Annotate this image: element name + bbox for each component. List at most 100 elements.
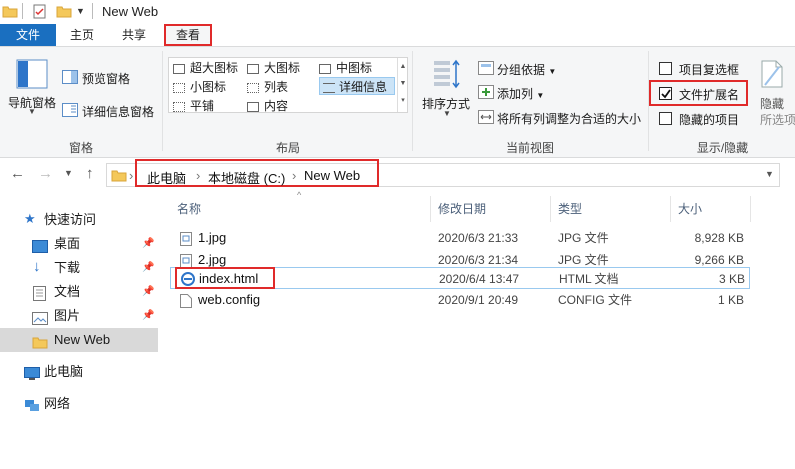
breadcrumb-local-disk[interactable]: 本地磁盘 (C:) <box>208 168 285 187</box>
column-header-size[interactable]: 大小 <box>678 196 702 222</box>
content-icon <box>247 101 259 112</box>
breadcrumb-new-web[interactable]: New Web <box>304 168 360 183</box>
file-icon <box>180 293 192 315</box>
hide-selected-button[interactable]: 隐藏 <box>760 95 784 112</box>
layout-extra-large-icons[interactable]: 超大图标 <box>173 59 247 77</box>
properties-icon[interactable] <box>32 4 48 23</box>
forward-arrow-icon[interactable]: → <box>38 165 53 182</box>
grid-icon <box>173 63 185 74</box>
group-by-button[interactable]: 分组依据 ▼ <box>497 61 556 78</box>
divider <box>412 51 413 151</box>
layout-list[interactable]: 列表 <box>247 78 319 96</box>
layout-medium-icons[interactable]: 中图标 <box>319 59 391 77</box>
item-checkboxes-checkbox[interactable] <box>659 62 672 75</box>
nav-documents[interactable]: 文档 📌 <box>0 280 158 304</box>
details-pane-icon[interactable] <box>62 103 78 120</box>
file-row-index-html[interactable]: index.html 2020/6/4 13:47 HTML 文档 3 KB <box>170 267 750 289</box>
up-arrow-icon[interactable]: ↑ <box>86 165 94 182</box>
address-bar[interactable]: › 此电脑 › 本地磁盘 (C:) › New Web ▼ <box>106 159 780 187</box>
preview-pane-button[interactable]: 预览窗格 <box>82 70 130 87</box>
sort-ascending-icon: ^ <box>297 190 302 200</box>
group-label-show-hide: 显示/隐藏 <box>696 141 749 155</box>
layout-details[interactable]: 详细信息 <box>319 77 395 95</box>
chevron-down-icon[interactable]: ▼ <box>76 6 85 16</box>
nav-desktop[interactable]: 桌面 📌 <box>0 232 158 256</box>
tab-share[interactable]: 共享 <box>110 24 158 46</box>
title-bar: ▼ New Web <box>0 0 795 24</box>
pin-icon: 📌 <box>142 286 155 297</box>
pin-icon: 📌 <box>142 262 155 273</box>
folder-icon <box>2 4 18 21</box>
size-columns-button[interactable]: 将所有列调整为合适的大小 <box>497 110 641 127</box>
chevron-down-icon[interactable]: ▼ <box>765 169 774 179</box>
column-header-type[interactable]: 类型 <box>558 196 582 222</box>
back-arrow-icon[interactable]: ← <box>10 165 25 182</box>
new-folder-icon[interactable] <box>56 4 72 21</box>
layout-small-icons[interactable]: 小图标 <box>173 78 247 96</box>
layout-content[interactable]: 内容 <box>247 97 319 115</box>
list-icon <box>247 82 259 93</box>
file-extensions-checkbox[interactable] <box>659 87 672 100</box>
file-extensions-label: 文件扩展名 <box>679 88 740 102</box>
ribbon-tabs: 文件 主页 共享 查看 <box>0 24 795 46</box>
divider <box>162 51 163 151</box>
window-title: New Web <box>102 4 159 19</box>
breadcrumb-separator[interactable]: › <box>129 168 133 183</box>
group-by-icon[interactable] <box>478 61 494 78</box>
download-arrow-icon: ↓ <box>33 258 41 275</box>
group-label-current-view: 当前视图 <box>505 141 554 155</box>
layout-tiles[interactable]: 平铺 <box>173 97 247 115</box>
breadcrumb-separator[interactable]: › <box>292 168 296 183</box>
group-label-layout: 布局 <box>275 141 300 155</box>
add-columns-button[interactable]: 添加列 ▼ <box>497 85 544 102</box>
hidden-items-label: 隐藏的项目 <box>679 113 740 127</box>
network-icon <box>24 397 40 421</box>
nav-network[interactable]: 网络 <box>0 392 158 416</box>
column-divider[interactable] <box>750 196 751 222</box>
navigation-bar: ← → ▼ ↑ › 此电脑 › 本地磁盘 (C:) › New Web ▼ <box>0 158 795 190</box>
column-header-modified[interactable]: 修改日期 <box>438 196 486 222</box>
layout-large-icons[interactable]: 大图标 <box>247 59 319 77</box>
tab-home[interactable]: 主页 <box>58 24 106 46</box>
tab-view[interactable]: 查看 <box>164 24 212 46</box>
sort-icon[interactable] <box>432 59 462 94</box>
tab-file[interactable]: 文件 <box>0 24 56 46</box>
file-row-web-config[interactable]: web.config 2020/9/1 20:49 CONFIG 文件 1 KB <box>170 289 750 311</box>
nav-downloads[interactable]: ↓ 下载 📌 <box>0 256 158 280</box>
breadcrumb-separator[interactable]: › <box>196 168 200 183</box>
size-columns-icon[interactable] <box>478 110 494 127</box>
nav-this-pc[interactable]: 此电脑 <box>0 360 158 384</box>
grid-icon <box>319 63 331 74</box>
details-icon <box>323 82 335 93</box>
chevron-down-icon[interactable]: ▼ <box>443 109 451 118</box>
gallery-scroll[interactable]: ▲ ▼ ▾ <box>397 58 408 112</box>
divider <box>92 3 93 19</box>
hide-selected-icon[interactable] <box>760 59 784 92</box>
ribbon: 导航窗格 ▼ 预览窗格 详细信息窗格 窗格 超大图标 大图标 中图标 小图标 列… <box>0 46 795 158</box>
file-row-1-jpg[interactable]: 1.jpg 2020/6/3 21:33 JPG 文件 8,928 KB <box>170 227 750 249</box>
navigation-pane-icon[interactable] <box>16 59 48 92</box>
list-header: ^ 名称 修改日期 类型 大小 <box>0 190 795 222</box>
details-pane-button[interactable]: 详细信息窗格 <box>82 103 154 120</box>
hidden-items-checkbox[interactable] <box>659 112 672 125</box>
item-checkboxes-label: 项目复选框 <box>679 63 740 77</box>
breadcrumb-this-pc[interactable]: 此电脑 <box>147 168 186 187</box>
chevron-down-icon[interactable]: ▼ <box>28 107 36 116</box>
add-columns-icon[interactable] <box>478 85 494 102</box>
nav-pictures[interactable]: 图片 📌 <box>0 304 158 328</box>
recent-locations-icon[interactable]: ▼ <box>64 168 73 178</box>
small-icons-icon <box>173 82 185 93</box>
column-divider[interactable] <box>430 196 431 222</box>
layout-gallery: 超大图标 大图标 中图标 小图标 列表 详细信息 平铺 内容 ▲ ▼ ▾ <box>168 57 408 113</box>
column-divider[interactable] <box>670 196 671 222</box>
column-header-name[interactable]: 名称 <box>177 196 201 222</box>
folder-icon <box>111 168 127 185</box>
group-label-panes: 窗格 <box>68 141 93 155</box>
navigation-pane: ★ 快速访问 桌面 📌 ↓ 下载 📌 文档 📌 图片 📌 New Web 此电脑… <box>0 196 158 469</box>
folder-icon <box>32 333 48 357</box>
column-divider[interactable] <box>550 196 551 222</box>
nav-new-web[interactable]: New Web <box>0 328 158 352</box>
grid-icon <box>247 63 259 74</box>
preview-pane-icon[interactable] <box>62 70 78 87</box>
pin-icon: 📌 <box>142 238 155 249</box>
